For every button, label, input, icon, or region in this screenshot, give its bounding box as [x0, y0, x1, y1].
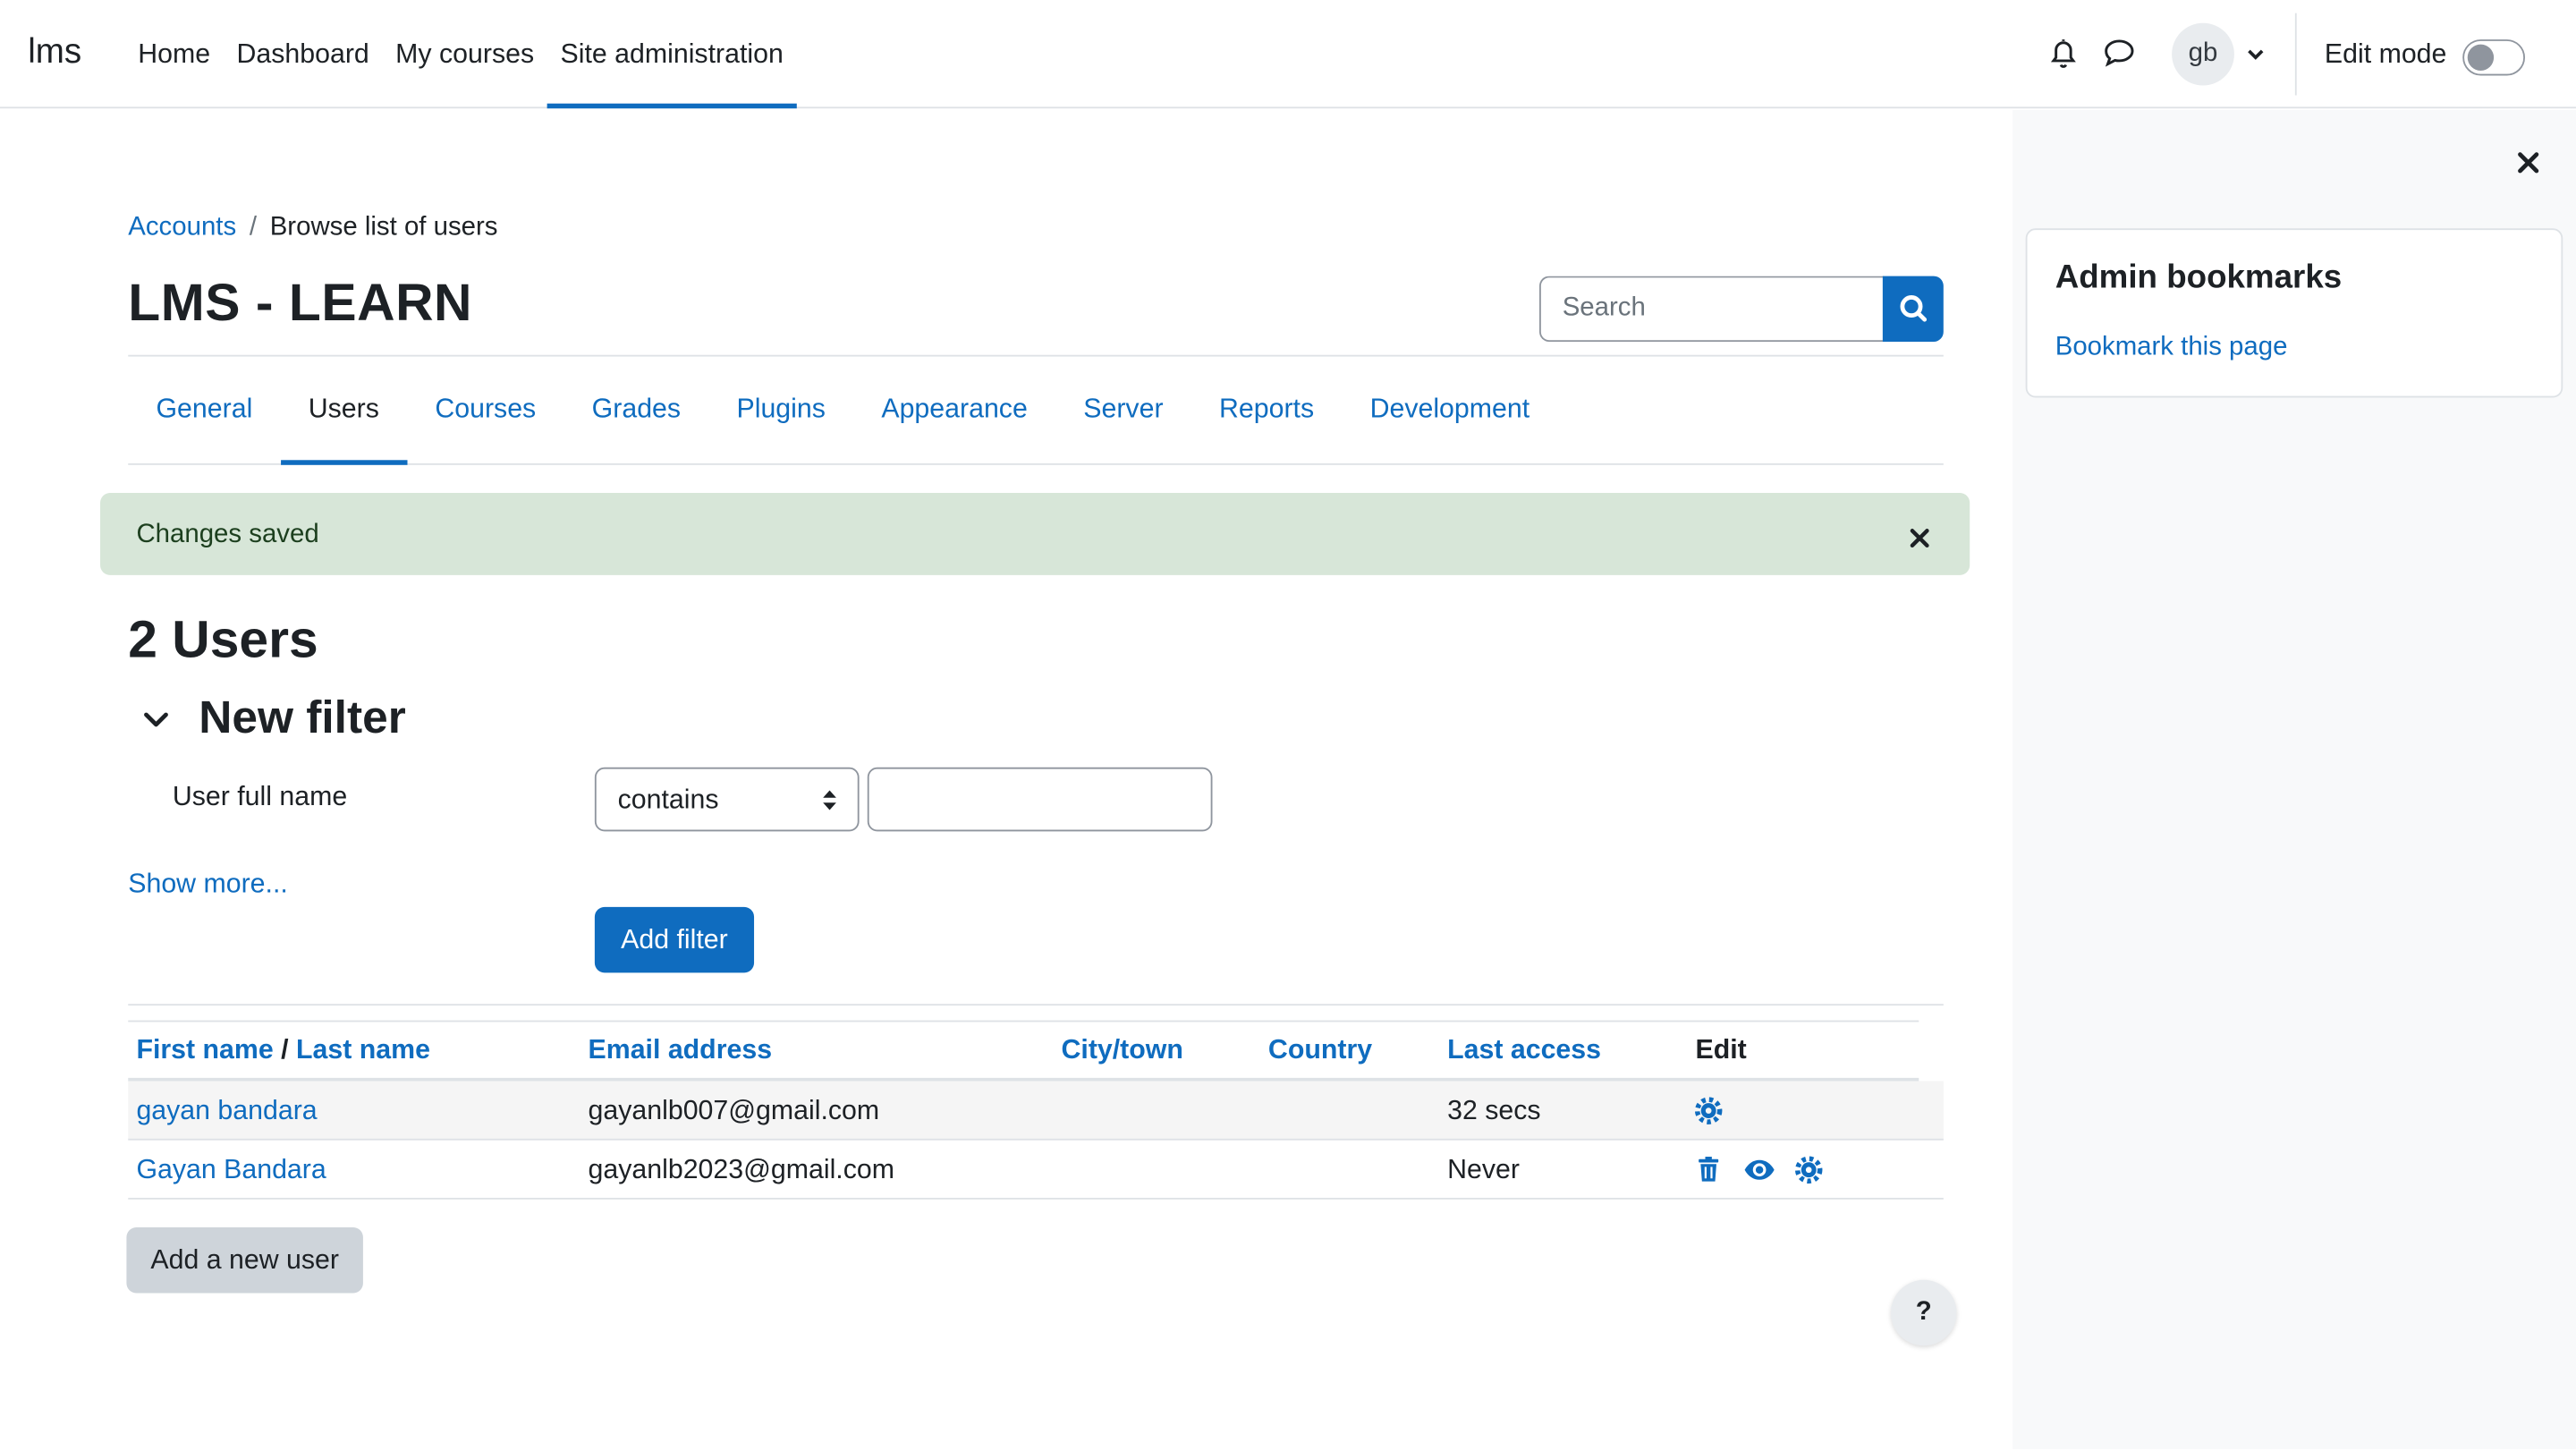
- column-last-access-header[interactable]: Last access: [1447, 1035, 1601, 1066]
- filter-value-input[interactable]: [867, 767, 1213, 832]
- user-email: gayanlb007@gmail.com: [588, 1096, 880, 1126]
- tab-plugins[interactable]: Plugins: [708, 357, 853, 463]
- chevron-down-icon[interactable]: [2244, 43, 2267, 66]
- close-icon[interactable]: [1909, 528, 1930, 549]
- chat-icon[interactable]: [2099, 33, 2139, 72]
- eye-icon[interactable]: [1743, 1155, 1776, 1184]
- column-city-header[interactable]: City/town: [1062, 1035, 1183, 1066]
- tab-appearance[interactable]: Appearance: [853, 357, 1055, 463]
- select-arrows-icon: [823, 790, 836, 810]
- breadcrumb-accounts[interactable]: Accounts: [128, 214, 236, 243]
- app-root: lms Home Dashboard My courses Site admin…: [0, 0, 2576, 1449]
- tab-server[interactable]: Server: [1055, 357, 1191, 463]
- settings-icon[interactable]: [1694, 1096, 1724, 1125]
- nav-dashboard[interactable]: Dashboard: [224, 0, 383, 108]
- filter-divider: [128, 1004, 1944, 1006]
- bookmark-this-page-link[interactable]: Bookmark this page: [2055, 334, 2288, 363]
- tab-users[interactable]: Users: [280, 357, 408, 465]
- edit-mode-label: Edit mode: [2324, 39, 2447, 70]
- tab-reports[interactable]: Reports: [1191, 357, 1343, 463]
- filter-operator-select[interactable]: contains: [594, 767, 860, 832]
- toggle-knob: [2467, 44, 2495, 71]
- search-button[interactable]: [1882, 276, 1944, 343]
- primary-navigation: Home Dashboard My courses Site administr…: [125, 0, 797, 109]
- users-count-heading: 2 Users: [128, 609, 318, 669]
- column-country-header[interactable]: Country: [1268, 1035, 1372, 1066]
- nav-site-administration[interactable]: Site administration: [547, 0, 797, 109]
- new-filter-heading[interactable]: New filter: [199, 692, 405, 744]
- nav-home[interactable]: Home: [125, 0, 224, 108]
- search-icon: [1900, 295, 1928, 322]
- column-edit-header: Edit: [1695, 1035, 1747, 1065]
- user-name-link[interactable]: gayan bandara: [136, 1096, 317, 1127]
- right-drawer: Admin bookmarks Bookmark this page: [2012, 110, 2576, 1449]
- tab-development[interactable]: Development: [1342, 357, 1557, 463]
- bell-icon[interactable]: [2044, 33, 2083, 72]
- admin-search: [1538, 276, 1944, 343]
- user-last-access: Never: [1447, 1155, 1520, 1185]
- breadcrumb-separator: /: [249, 213, 258, 242]
- chevron-down-icon[interactable]: [141, 705, 171, 734]
- table-row: gayan bandara gayanlb007@gmail.com 32 se…: [128, 1081, 1944, 1141]
- alert-message: Changes saved: [136, 521, 319, 549]
- close-icon[interactable]: [2515, 149, 2541, 175]
- site-brand[interactable]: lms: [28, 33, 81, 72]
- add-filter-button[interactable]: Add filter: [594, 906, 755, 973]
- tab-courses[interactable]: Courses: [407, 357, 564, 463]
- trash-icon[interactable]: [1694, 1155, 1724, 1184]
- column-email-header[interactable]: Email address: [589, 1035, 773, 1066]
- admin-bookmarks-block: Admin bookmarks Bookmark this page: [2025, 228, 2563, 398]
- help-button[interactable]: ?: [1891, 1279, 1957, 1346]
- success-alert: Changes saved: [100, 493, 1970, 575]
- edit-mode-toggle[interactable]: [2462, 39, 2526, 76]
- user-email: gayanlb2023@gmail.com: [588, 1155, 894, 1185]
- admin-bookmarks-title: Admin bookmarks: [2055, 259, 2343, 296]
- column-name-header: First name / Last name: [136, 1035, 430, 1066]
- add-new-user-button[interactable]: Add a new user: [126, 1227, 363, 1294]
- filter-field-label: User full name: [172, 782, 348, 812]
- header-slash: /: [281, 1035, 289, 1065]
- admin-tabs: General Users Courses Grades Plugins App…: [128, 357, 1944, 465]
- breadcrumb-current: Browse list of users: [269, 213, 498, 242]
- tab-general[interactable]: General: [128, 357, 280, 463]
- breadcrumb: Accounts / Browse list of users: [128, 214, 497, 243]
- tab-grades[interactable]: Grades: [564, 357, 708, 463]
- search-input[interactable]: [1538, 276, 1885, 343]
- page-title: LMS - LEARN: [128, 272, 473, 333]
- user-name-link[interactable]: Gayan Bandara: [136, 1155, 326, 1186]
- navbar-divider: [2294, 13, 2297, 96]
- nav-my-courses[interactable]: My courses: [382, 0, 547, 108]
- table-header: First name / Last name Email address Cit…: [128, 1020, 1919, 1082]
- sort-first-name[interactable]: First name: [136, 1035, 273, 1065]
- table-row: Gayan Bandara gayanlb2023@gmail.com Neve…: [128, 1141, 1944, 1200]
- user-last-access: 32 secs: [1447, 1096, 1541, 1126]
- top-navbar: lms Home Dashboard My courses Site admin…: [0, 0, 2576, 109]
- filter-operator-value: contains: [617, 785, 719, 816]
- sort-last-name[interactable]: Last name: [296, 1035, 430, 1065]
- user-avatar[interactable]: gb: [2172, 22, 2234, 86]
- settings-icon[interactable]: [1794, 1155, 1824, 1184]
- show-more-link[interactable]: Show more...: [128, 870, 288, 901]
